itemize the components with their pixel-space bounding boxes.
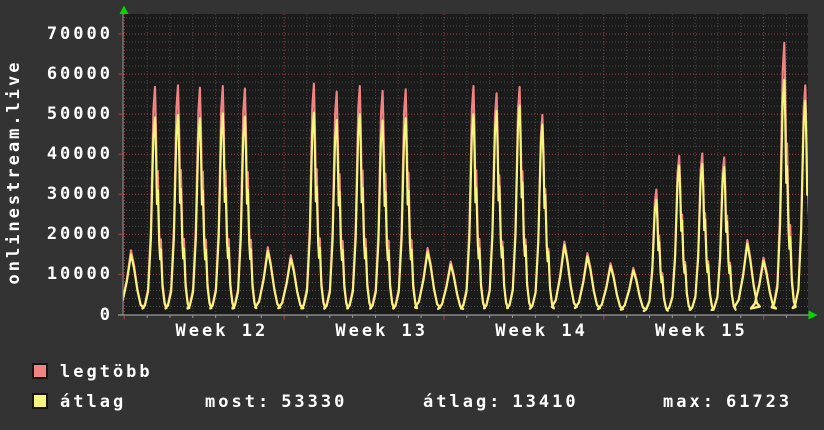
y-axis-arrow-icon	[119, 5, 129, 14]
y-tick-label: 70000	[46, 24, 113, 45]
x-axis-arrow-icon	[808, 310, 818, 320]
y-tick-label: 30000	[46, 184, 113, 205]
y-tick-label: 0	[99, 304, 113, 325]
y-tick-label: 50000	[46, 104, 113, 125]
x-tick-label: Week 14	[495, 321, 588, 341]
stat-most-label: most:	[205, 392, 272, 412]
x-tick-label: Week 12	[175, 321, 269, 341]
stat-most: most: 53330	[205, 393, 347, 411]
stat-atlag-label: átlag:	[423, 392, 503, 412]
stat-most-value: 53330	[281, 392, 348, 412]
stat-max-value: 61723	[725, 392, 793, 412]
x-tick-label: Week 13	[335, 321, 429, 341]
y-tick-label: 20000	[46, 224, 113, 245]
stat-max-label: max:	[663, 392, 716, 412]
y-tick-label: 10000	[46, 264, 113, 285]
x-tick-label: Week 15	[655, 321, 748, 341]
y-tick-label: 60000	[46, 64, 113, 85]
legend-label-legtobb: legtöbb	[60, 362, 153, 382]
stat-atlag: átlag: 13410	[423, 393, 579, 411]
rrdtool-graph: onlinestream.live 0 10000 20000 30000 40000 5…	[0, 0, 824, 430]
legend-swatch-atlag	[32, 393, 48, 409]
legend-label-atlag: átlag	[60, 392, 127, 412]
stat-atlag-value: 13410	[512, 392, 579, 412]
y-tick-label: 40000	[46, 144, 113, 165]
legend-swatch-legtobb	[32, 363, 48, 379]
plot-background	[123, 14, 808, 315]
stat-max: max: 61723	[663, 393, 792, 411]
